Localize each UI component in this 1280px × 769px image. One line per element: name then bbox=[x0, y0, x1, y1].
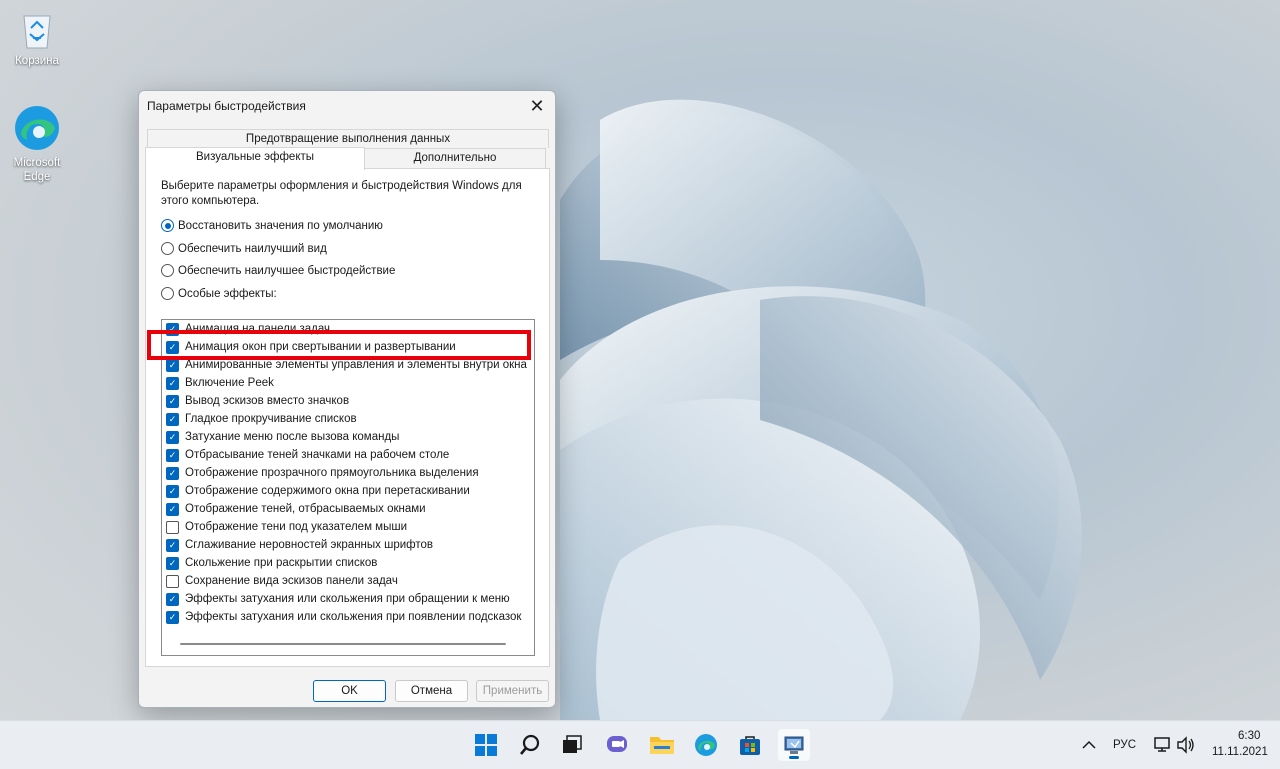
horizontal-scrollbar[interactable] bbox=[180, 643, 506, 645]
effect-label: Вывод эскизов вместо значков bbox=[185, 395, 350, 407]
radio-default[interactable]: Восстановить значения по умолчанию bbox=[161, 219, 383, 232]
effect-label: Отображение тени под указателем мыши bbox=[185, 521, 407, 533]
effect-label: Сглаживание неровностей экранных шрифтов bbox=[185, 539, 434, 551]
recycle-bin-icon bbox=[19, 10, 55, 50]
clock-time[interactable]: 6:30 bbox=[1238, 730, 1260, 742]
store-icon[interactable] bbox=[734, 729, 766, 761]
effect-label: Скольжение при раскрытии списков bbox=[185, 557, 378, 569]
checkbox-checked-icon[interactable]: ✓ bbox=[166, 538, 179, 552]
effect-label: Отображение содержимого окна при перетас… bbox=[185, 485, 470, 497]
tab-advanced[interactable]: Дополнительно bbox=[364, 148, 546, 169]
effect-item[interactable]: ✓ Эффекты затухания или скольжения при по… bbox=[166, 608, 521, 626]
edge-icon bbox=[13, 104, 61, 152]
checkbox-checked-icon[interactable]: ✓ bbox=[166, 592, 179, 606]
radio-unselected-icon bbox=[161, 242, 174, 255]
effect-item[interactable]: ✓ Отбрасывание теней значками на рабочем … bbox=[166, 446, 449, 464]
file-explorer-icon[interactable] bbox=[646, 729, 678, 761]
close-icon: ✕ bbox=[529, 95, 545, 116]
chat-icon[interactable] bbox=[601, 729, 633, 761]
dialog-titlebar[interactable]: Параметры быстродействия ✕ bbox=[139, 91, 555, 121]
desktop-icon-label: Корзина bbox=[15, 55, 59, 67]
checkbox-checked-icon[interactable]: ✓ bbox=[166, 358, 179, 372]
task-view-icon[interactable] bbox=[556, 729, 588, 761]
taskbar: РУС 6:30 11.11.2021 bbox=[0, 720, 1280, 769]
checkbox-checked-icon[interactable]: ✓ bbox=[166, 484, 179, 498]
checkbox-checked-icon[interactable]: ✓ bbox=[166, 466, 179, 480]
desktop-icon-edge[interactable]: Microsoft Edge bbox=[0, 104, 74, 184]
effect-item[interactable]: ✓ Затухание меню после вызова команды bbox=[166, 428, 399, 446]
effect-item[interactable]: ✓ Отображение содержимого окна при перета… bbox=[166, 482, 470, 500]
checkbox-checked-icon[interactable]: ✓ bbox=[166, 376, 179, 390]
radio-label: Обеспечить наилучший вид bbox=[178, 242, 327, 255]
radio-selected-icon bbox=[161, 219, 174, 232]
radio-label: Восстановить значения по умолчанию bbox=[178, 219, 383, 232]
effect-item[interactable]: ✓ Отображение прозрачного прямоугольника … bbox=[166, 464, 479, 482]
effect-item[interactable]: Отображение тени под указателем мыши bbox=[166, 518, 407, 536]
radio-unselected-icon bbox=[161, 264, 174, 277]
effect-label: Сохранение вида эскизов панели задач bbox=[185, 575, 398, 587]
desktop-icon-label: Microsoft Edge bbox=[13, 157, 61, 183]
effect-label: Отображение прозрачного прямоугольника в… bbox=[185, 467, 479, 479]
performance-options-icon[interactable] bbox=[778, 729, 810, 761]
radio-best-appearance[interactable]: Обеспечить наилучший вид bbox=[161, 242, 327, 255]
radio-unselected-icon bbox=[161, 287, 174, 300]
checkbox-unchecked-icon[interactable] bbox=[166, 574, 179, 588]
effect-label: Отбрасывание теней значками на рабочем с… bbox=[185, 449, 450, 461]
checkbox-unchecked-icon[interactable] bbox=[166, 520, 179, 534]
checkbox-checked-icon[interactable]: ✓ bbox=[166, 430, 179, 444]
desktop-icon-recycle-bin[interactable]: Корзина bbox=[0, 10, 74, 68]
edge-icon[interactable] bbox=[690, 729, 722, 761]
checkbox-checked-icon[interactable]: ✓ bbox=[166, 448, 179, 462]
dialog-title: Параметры быстродействия bbox=[147, 99, 306, 113]
volume-icon[interactable] bbox=[1172, 729, 1200, 761]
checkbox-checked-icon[interactable]: ✓ bbox=[166, 556, 179, 570]
effects-list[interactable]: ✓ Анимация на панели задач ✓ Анимация окон… bbox=[161, 319, 535, 656]
effect-label: Затухание меню после вызова команды bbox=[185, 431, 400, 443]
effect-item[interactable]: ✓ Отображение теней, отбрасываемых окнами bbox=[166, 500, 426, 518]
radio-best-performance[interactable]: Обеспечить наилучшее быстродействие bbox=[161, 264, 395, 277]
tab-visual-effects[interactable]: Визуальные эффекты bbox=[145, 147, 365, 170]
checkbox-checked-icon[interactable]: ✓ bbox=[166, 502, 179, 516]
close-button[interactable]: ✕ bbox=[519, 91, 555, 121]
ok-button[interactable]: OK bbox=[313, 680, 386, 702]
cancel-button[interactable]: Отмена bbox=[395, 680, 468, 702]
checkbox-checked-icon[interactable]: ✓ bbox=[166, 394, 179, 408]
chevron-up-icon[interactable] bbox=[1075, 729, 1103, 761]
radio-label: Обеспечить наилучшее быстродействие bbox=[178, 264, 396, 277]
performance-options-dialog: Параметры быстродействия ✕ Предотвращени… bbox=[138, 90, 556, 708]
highlight-annotation bbox=[147, 330, 531, 360]
radio-label: Особые эффекты: bbox=[178, 287, 277, 300]
apply-button[interactable]: Применить bbox=[476, 680, 549, 702]
effect-label: Включение Peek bbox=[185, 377, 274, 389]
effect-label: Эффекты затухания или скольжения при поя… bbox=[185, 611, 522, 623]
checkbox-checked-icon[interactable]: ✓ bbox=[166, 610, 179, 624]
effect-label: Анимированные элементы управления и элем… bbox=[185, 359, 527, 371]
effect-label: Эффекты затухания или скольжения при обр… bbox=[185, 593, 510, 605]
panel-description: Выберите параметры оформления и быстроде… bbox=[161, 180, 522, 207]
tab-data-execution-prevention[interactable]: Предотвращение выполнения данных bbox=[147, 129, 549, 148]
effect-label: Отображение теней, отбрасываемых окнами bbox=[185, 503, 426, 515]
radio-custom[interactable]: Особые эффекты: bbox=[161, 287, 277, 300]
language-indicator[interactable]: РУС bbox=[1113, 739, 1136, 751]
effect-item[interactable]: Сохранение вида эскизов панели задач bbox=[166, 572, 398, 590]
search-icon[interactable] bbox=[514, 729, 546, 761]
effect-item[interactable]: ✓ Гладкое прокручивание списков bbox=[166, 410, 357, 428]
effect-item[interactable]: ✓ Сглаживание неровностей экранных шрифто… bbox=[166, 536, 433, 554]
effect-item[interactable]: ✓ Вывод эскизов вместо значков bbox=[166, 392, 349, 410]
visual-effects-panel: Выберите параметры оформления и быстроде… bbox=[145, 168, 550, 667]
active-app-indicator bbox=[789, 756, 799, 759]
effect-item[interactable]: ✓ Эффекты затухания или скольжения при об… bbox=[166, 590, 510, 608]
checkbox-checked-icon[interactable]: ✓ bbox=[166, 412, 179, 426]
clock-date[interactable]: 11.11.2021 bbox=[1212, 746, 1268, 758]
effect-label: Гладкое прокручивание списков bbox=[185, 413, 357, 425]
effect-item[interactable]: ✓ Включение Peek bbox=[166, 374, 274, 392]
windows-start-icon[interactable] bbox=[470, 729, 502, 761]
effect-item[interactable]: ✓ Скольжение при раскрытии списков bbox=[166, 554, 377, 572]
